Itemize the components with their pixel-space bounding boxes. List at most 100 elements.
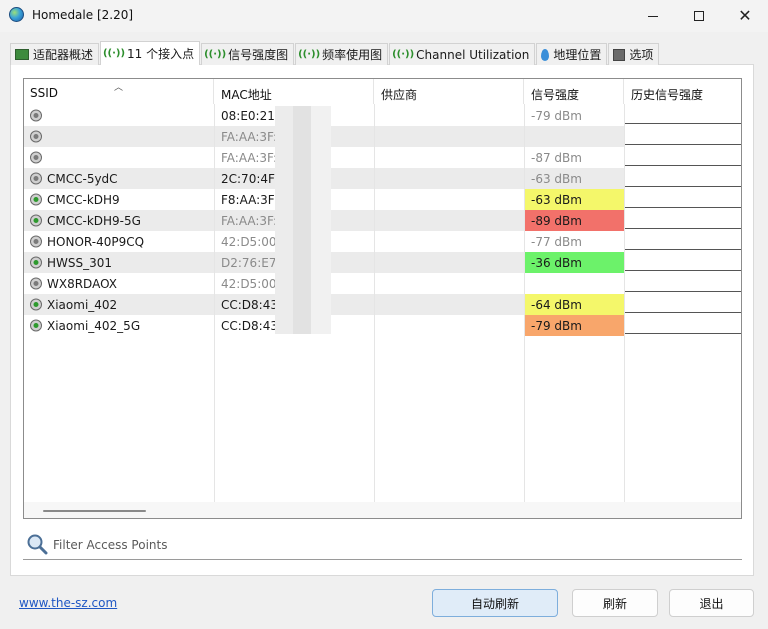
vendor-cell: [375, 168, 524, 189]
signal-icon: ((·)): [298, 49, 321, 60]
cell-background: [24, 126, 214, 147]
signal-history-line: [625, 270, 741, 271]
filter-box: [23, 529, 742, 560]
signal-history-line: [625, 333, 741, 334]
minimize-icon: [648, 15, 658, 17]
ssid-cell: HONOR-40P9CQ: [47, 235, 145, 249]
cell-background: [24, 147, 214, 168]
vendor-cell: [375, 294, 524, 315]
vendor-cell: [375, 231, 524, 252]
app-globe-icon: [9, 7, 24, 22]
column-divider: [624, 104, 625, 502]
signal-history-line: [625, 165, 741, 166]
signal-history-line: [625, 312, 741, 313]
tab-4[interactable]: ((·)) Channel Utilization: [389, 43, 536, 65]
signal-history-line: [625, 207, 741, 208]
ssid-cell: WX8RDAOX: [47, 277, 117, 291]
access-point-icon: [30, 319, 42, 332]
sort-ascending-icon: ︿: [114, 83, 124, 93]
filter-input[interactable]: [51, 536, 731, 554]
tab-label: 选项: [629, 48, 654, 62]
access-point-icon: [30, 172, 42, 185]
column-header-mac[interactable]: MAC地址: [215, 79, 374, 104]
column-header-ssid[interactable]: SSID ︿: [24, 79, 214, 104]
signal-history-line: [625, 291, 741, 292]
map-pin-icon: [541, 48, 550, 61]
column-header-signal-history[interactable]: 历史信号强度: [625, 79, 741, 104]
vendor-cell: [375, 315, 524, 336]
tab-3[interactable]: ((·)) 频率使用图: [295, 43, 389, 65]
signal-cell: -89 dBm: [531, 214, 582, 228]
exit-button[interactable]: 退出: [669, 589, 754, 617]
vendor-cell: [375, 210, 524, 231]
ssid-cell: HWSS_301: [47, 256, 113, 270]
adapter-icon: [15, 49, 29, 60]
ssid-cell: CMCC-kDH9-5G: [47, 214, 141, 228]
column-divider: [524, 104, 525, 502]
horizontal-scrollbar[interactable]: [24, 502, 741, 518]
signal-icon: ((·)): [392, 49, 415, 60]
signal-history-line: [625, 123, 741, 124]
website-link[interactable]: www.the-sz.com: [19, 596, 117, 610]
column-header-signal[interactable]: 信号强度: [525, 79, 624, 104]
maximize-button[interactable]: [676, 0, 722, 32]
column-divider: [214, 104, 215, 502]
access-point-icon: [30, 193, 42, 206]
options-icon: [613, 48, 626, 61]
vendor-cell: [375, 105, 524, 126]
access-point-icon: [30, 235, 42, 248]
redacted-mac-area: [275, 106, 331, 334]
minimize-button[interactable]: [630, 0, 676, 32]
access-point-icon: [30, 109, 42, 122]
access-point-icon: [30, 256, 42, 269]
signal-history-line: [625, 144, 741, 145]
tab-6[interactable]: 选项: [608, 43, 660, 65]
maximize-icon: [694, 11, 704, 21]
signal-cell: [525, 126, 624, 147]
signal-history-line: [625, 249, 741, 250]
tab-label: Channel Utilization: [416, 47, 530, 62]
close-icon: ✕: [738, 6, 752, 25]
access-point-icon: [30, 277, 42, 290]
vendor-cell: [375, 147, 524, 168]
vendor-cell: [375, 189, 524, 210]
access-point-icon: [30, 298, 42, 311]
signal-cell: -36 dBm: [531, 256, 582, 270]
signal-cell: -64 dBm: [531, 298, 582, 312]
signal-cell: -79 dBm: [531, 319, 582, 333]
vendor-cell: [375, 273, 524, 294]
tab-0[interactable]: 适配器概述: [10, 43, 100, 65]
auto-refresh-button[interactable]: 自动刷新: [432, 589, 558, 617]
refresh-button[interactable]: 刷新: [572, 589, 658, 617]
access-point-icon: [30, 130, 42, 143]
signal-cell: -79 dBm: [531, 109, 582, 123]
tab-strip: 适配器概述 ((·)) 11 个接入点 ((·)) 信号强度图 ((·)) 频率使用图 ((·…: [10, 41, 660, 65]
ssid-cell: CMCC-5ydC: [47, 172, 118, 186]
tab-5[interactable]: 地理位置: [536, 43, 608, 65]
signal-icon: ((·)): [204, 49, 227, 60]
tab-2[interactable]: ((·)) 信号强度图: [201, 43, 295, 65]
tab-label: 适配器概述: [33, 48, 94, 62]
ssid-cell: Xiaomi_402_5G: [47, 319, 141, 333]
window-title: Homedale [2.20]: [32, 8, 134, 22]
close-button[interactable]: ✕: [722, 0, 768, 32]
scrollbar-thumb[interactable]: [43, 510, 146, 512]
tab-label: 地理位置: [553, 48, 602, 62]
cell-background: [24, 105, 214, 126]
access-point-list[interactable]: SSID ︿ MAC地址 供应商 信号强度 历史信号强度 08:E0:21: -7…: [23, 78, 742, 519]
signal-history-line: [625, 228, 741, 229]
column-header-vendor[interactable]: 供应商: [375, 79, 524, 104]
access-point-icon: [30, 214, 42, 227]
tab-label: 信号强度图: [228, 48, 289, 62]
ssid-cell: CMCC-kDH9: [47, 193, 120, 207]
signal-cell: -63 dBm: [531, 193, 582, 207]
ssid-cell: Xiaomi_402: [47, 298, 118, 312]
column-divider: [374, 104, 375, 502]
list-header: SSID ︿ MAC地址 供应商 信号强度 历史信号强度: [24, 79, 741, 104]
signal-cell: -87 dBm: [531, 151, 582, 165]
title-bar: Homedale [2.20] ✕: [0, 0, 768, 32]
vendor-cell: [375, 252, 524, 273]
search-icon: [27, 534, 48, 555]
tab-1[interactable]: ((·)) 11 个接入点: [100, 41, 201, 65]
tab-label: 11 个接入点: [127, 47, 195, 61]
